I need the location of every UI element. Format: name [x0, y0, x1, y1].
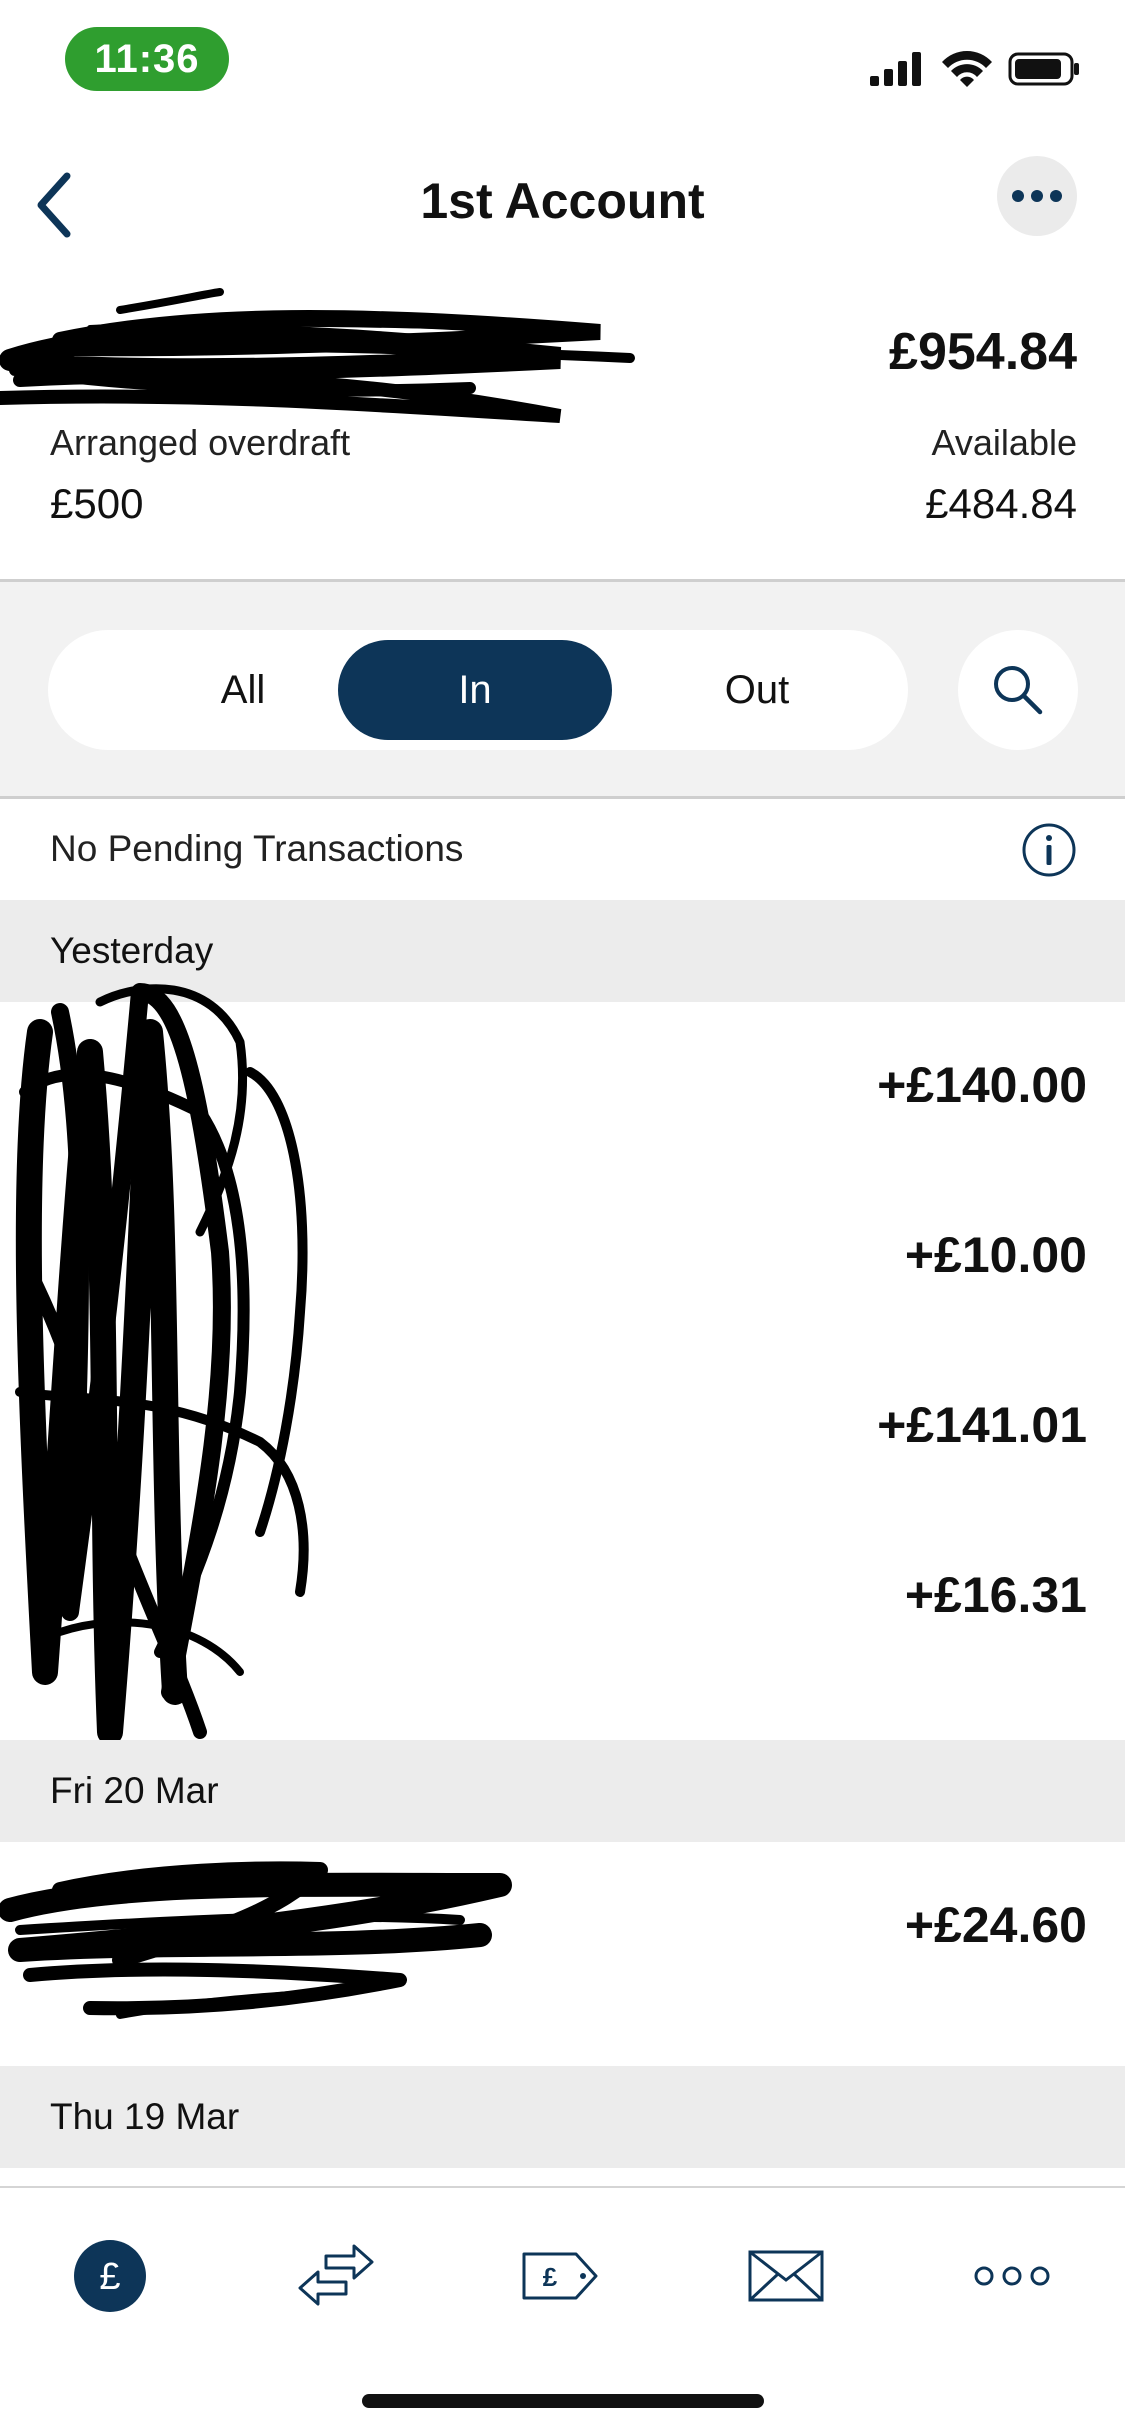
tab-transfer[interactable] [286, 2226, 386, 2326]
transaction-row[interactable]: +£141.01 [0, 1342, 1125, 1512]
transaction-amount: +£24.60 [904, 1897, 1087, 1953]
overdraft-value: £500 [50, 480, 144, 527]
redacted-account-name [0, 288, 635, 423]
transaction-row[interactable]: +£10.00 [0, 1172, 1125, 1342]
transfer-arrows-icon [298, 2244, 374, 2306]
account-summary: £954.84 Arranged overdraft £500 Availabl… [0, 270, 1125, 580]
svg-text:£: £ [543, 2262, 558, 2292]
section-header: Fri 20 Mar [0, 1740, 1125, 1842]
section-header: Yesterday [0, 900, 1125, 1002]
more-options-button[interactable] [997, 156, 1077, 236]
page-title: 1st Account [420, 173, 705, 229]
filter-out[interactable]: Out [620, 640, 894, 740]
filter-area: All In Out [0, 582, 1125, 796]
transaction-filter: All In Out [48, 630, 908, 750]
divider [0, 796, 1125, 799]
pound-icon: £ [74, 2240, 146, 2312]
pending-text: No Pending Transactions [50, 828, 464, 869]
more-dots-icon [1012, 190, 1062, 202]
account-balance: £954.84 [889, 323, 1077, 381]
more-dots-icon [974, 2266, 1050, 2286]
price-tag-icon: £ [522, 2252, 598, 2300]
transaction-amount: +£16.31 [904, 1567, 1087, 1623]
search-icon [994, 666, 1043, 715]
section-label: Fri 20 Mar [50, 1770, 219, 1811]
signal-icon [870, 52, 921, 86]
available-label: Available [931, 422, 1077, 463]
tab-payments[interactable]: £ [510, 2226, 610, 2326]
home-indicator [362, 2394, 764, 2408]
tab-messages[interactable] [736, 2226, 836, 2326]
search-button[interactable] [958, 630, 1078, 750]
transaction-amount: +£140.00 [877, 1057, 1087, 1113]
overdraft-label: Arranged overdraft [50, 422, 351, 463]
transaction-amount: +£10.00 [904, 1227, 1087, 1283]
section-label: Thu 19 Mar [50, 2096, 240, 2137]
status-time: 11:36 [65, 27, 229, 91]
envelope-icon [748, 2250, 824, 2302]
transaction-row[interactable]: +£140.00 [0, 1002, 1125, 1172]
available-value: £484.84 [925, 480, 1077, 527]
section-label: Yesterday [50, 930, 214, 971]
battery-icon [1008, 52, 1079, 86]
tab-more[interactable] [962, 2226, 1062, 2326]
status-icons [870, 51, 1079, 87]
filter-in[interactable]: In [338, 640, 612, 740]
transaction-row[interactable]: +£24.60 [0, 1842, 1125, 2066]
transaction-row[interactable]: +£16.31 [0, 1512, 1125, 1740]
section-header: Thu 19 Mar [0, 2066, 1125, 2168]
header: 1st Account [0, 140, 1125, 260]
svg-text:£: £ [99, 2256, 120, 2298]
transaction-amount: +£141.01 [877, 1397, 1087, 1453]
status-bar: 11:36 [0, 0, 1125, 120]
wifi-icon [942, 51, 992, 87]
tab-accounts[interactable]: £ [60, 2226, 160, 2326]
info-icon[interactable] [1021, 822, 1077, 878]
pending-row: No Pending Transactions [0, 800, 1125, 900]
